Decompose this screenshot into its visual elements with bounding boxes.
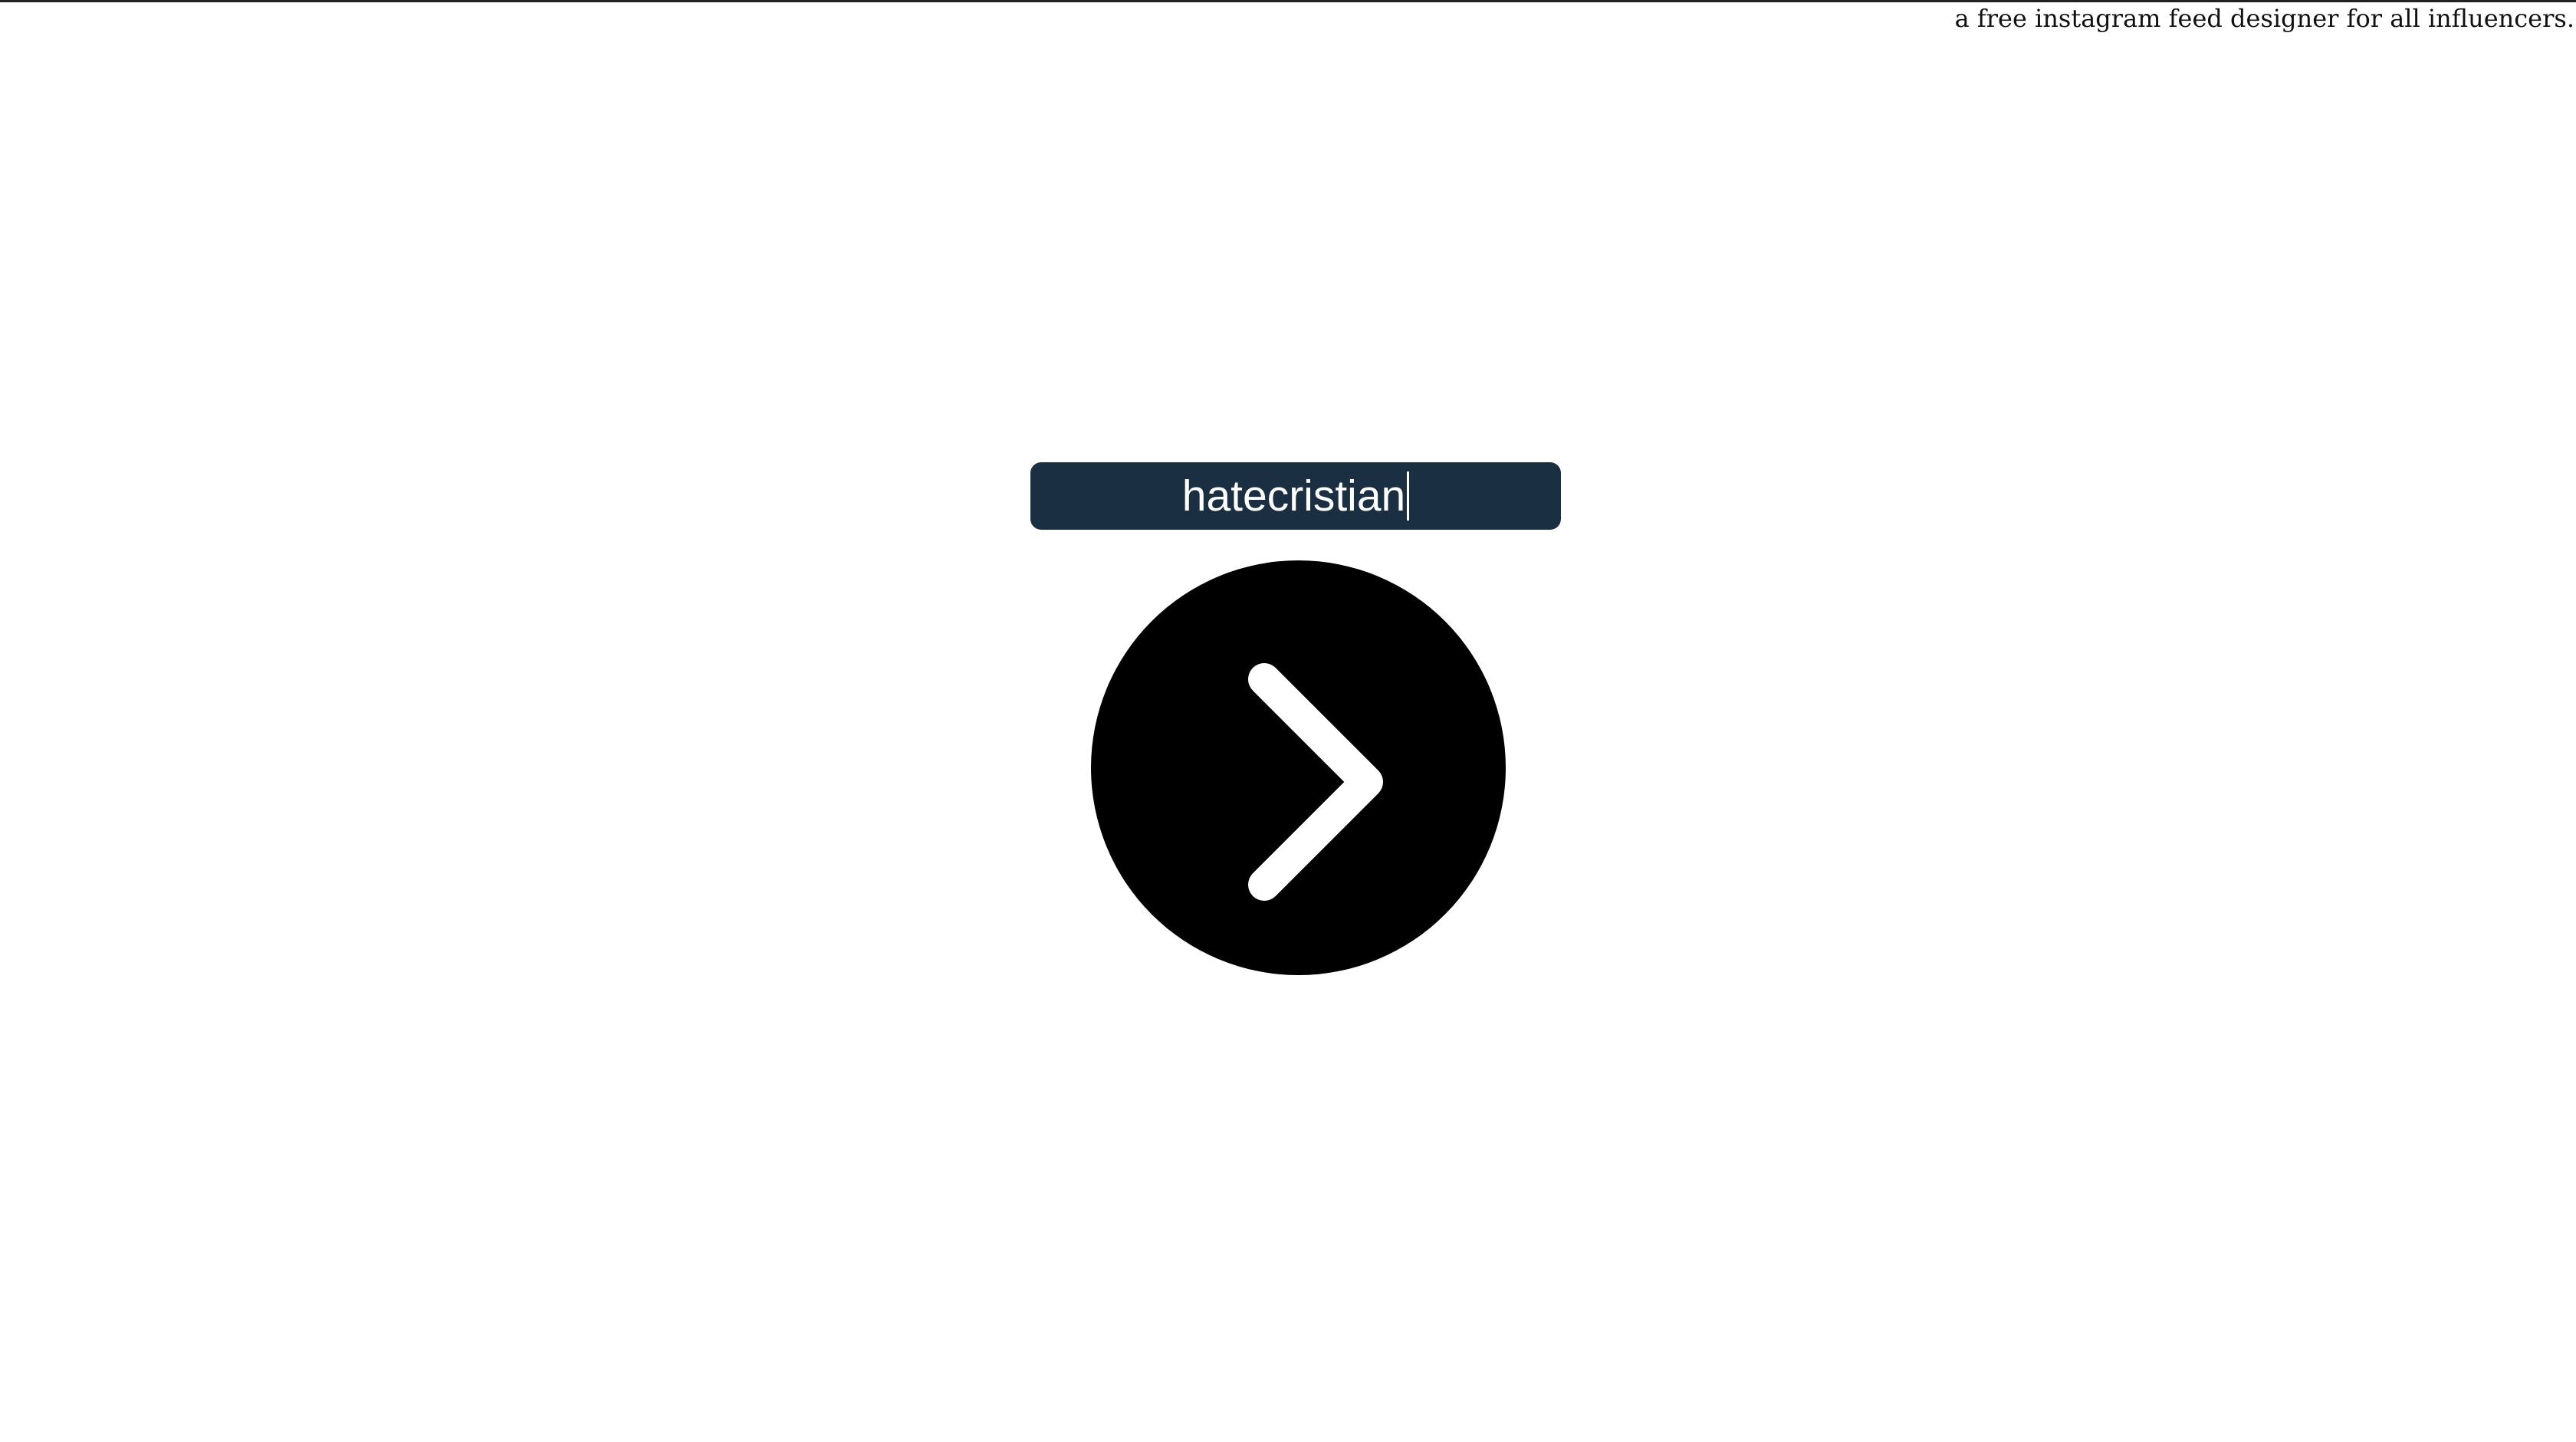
username-input[interactable]: hatecristian — [1030, 462, 1561, 530]
chevron-right-icon — [1248, 663, 1383, 901]
go-button[interactable] — [1091, 560, 1506, 975]
top-divider — [0, 0, 2576, 2]
landing-page: a free instagram feed designer for all i… — [0, 0, 2576, 1442]
username-input-value: hatecristian — [1181, 471, 1406, 521]
tagline: a free instagram feed designer for all i… — [1954, 4, 2574, 33]
text-caret — [1407, 471, 1410, 521]
